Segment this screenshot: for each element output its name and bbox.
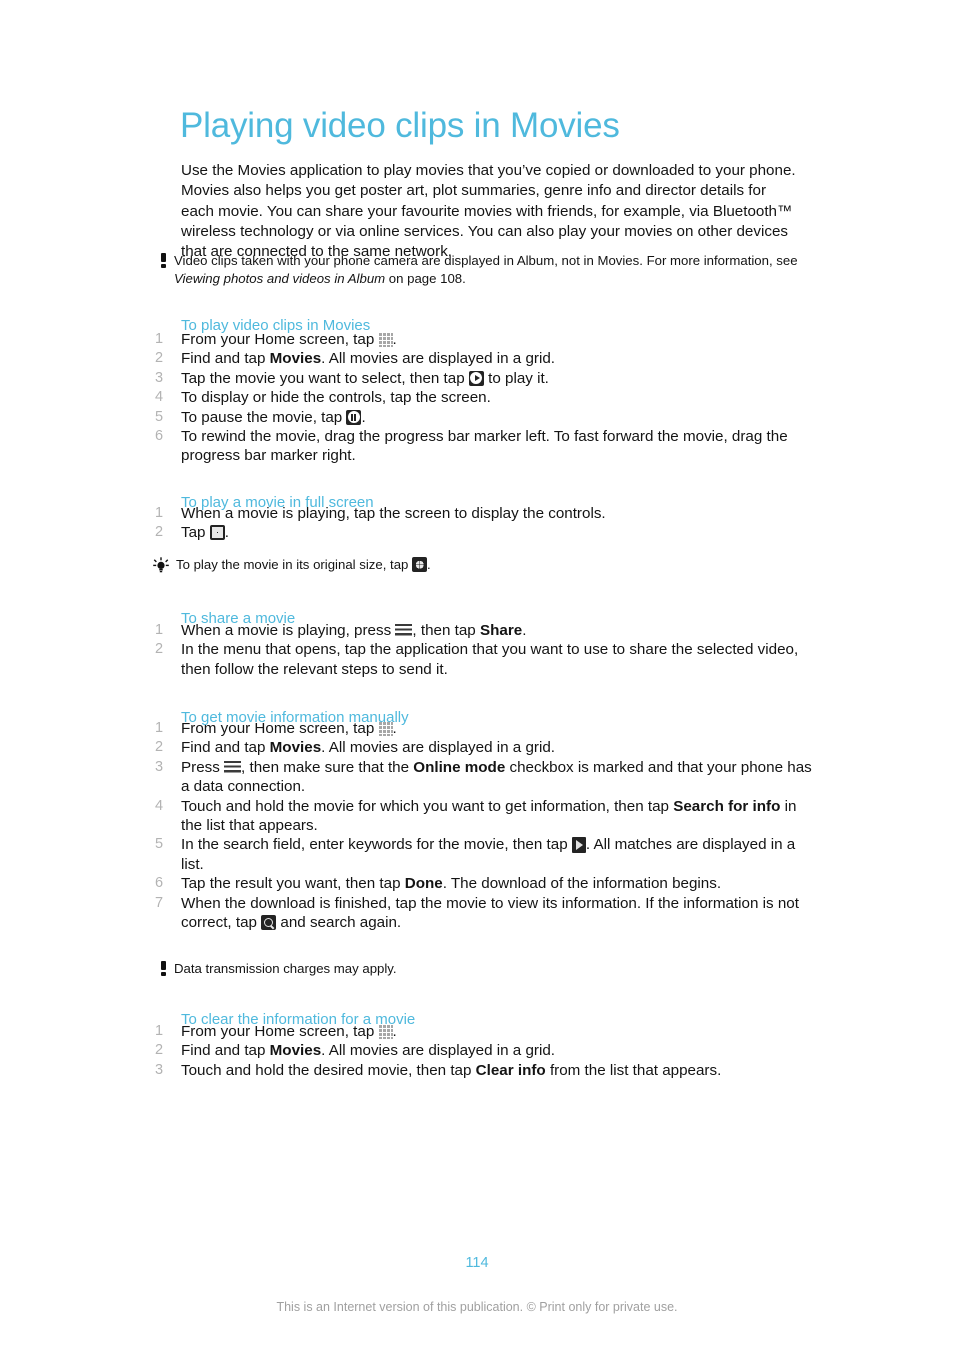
step-item: 3 Press , then make sure that the Online… bbox=[152, 758, 832, 797]
note-block-video-clips: Video clips taken with your phone camera… bbox=[152, 252, 802, 287]
step-item: 1 When a movie is playing, tap the scree… bbox=[152, 504, 832, 523]
step-item: 5 To pause the movie, tap . bbox=[152, 408, 832, 427]
exclamation-icon bbox=[152, 960, 174, 976]
step-number: 2 bbox=[155, 350, 164, 367]
step-item: 2 Find and tap Movies. All movies are di… bbox=[152, 738, 832, 757]
step-number: 3 bbox=[155, 369, 164, 386]
step-number: 5 bbox=[155, 836, 164, 853]
step-text: In the search field, enter keywords for … bbox=[181, 836, 796, 873]
search-magnifier-icon[interactable] bbox=[261, 915, 277, 931]
step-number: 2 bbox=[155, 641, 164, 658]
step-text: To rewind the movie, drag the progress b… bbox=[181, 428, 788, 465]
step-number: 3 bbox=[155, 1061, 164, 1078]
steps-play-video-clips: 1 From your Home screen, tap . 2 Find an… bbox=[152, 330, 832, 466]
shrink-original-size-icon[interactable] bbox=[412, 557, 428, 572]
step-number: 7 bbox=[155, 894, 164, 911]
step-text: Find and tap Movies. All movies are disp… bbox=[181, 739, 555, 757]
step-number: 3 bbox=[155, 758, 164, 775]
app-drawer-grid-icon[interactable] bbox=[378, 1025, 393, 1039]
step-text: Find and tap Movies. All movies are disp… bbox=[181, 350, 555, 368]
step-item: 3 Touch and hold the desired movie, then… bbox=[152, 1061, 832, 1080]
exclamation-icon bbox=[152, 252, 174, 268]
tip-text: To play the movie in its original size, … bbox=[176, 557, 431, 572]
step-text: Press , then make sure that the Online m… bbox=[181, 758, 812, 796]
app-drawer-grid-icon[interactable] bbox=[378, 722, 393, 736]
step-text: Tap the result you want, then tap Done. … bbox=[181, 875, 722, 893]
step-number: 1 bbox=[155, 505, 164, 521]
step-number: 2 bbox=[155, 524, 164, 541]
step-item: 2 Find and tap Movies. All movies are di… bbox=[152, 1041, 832, 1060]
intro-paragraph: Use the Movies application to play movie… bbox=[181, 162, 796, 260]
step-item: 1 From your Home screen, tap . bbox=[152, 330, 832, 349]
step-text: From your Home screen, tap . bbox=[181, 331, 397, 348]
menu-key-icon[interactable] bbox=[395, 624, 413, 636]
step-number: 1 bbox=[155, 1023, 164, 1039]
play-icon[interactable] bbox=[468, 370, 484, 386]
footer-disclaimer: This is an Internet version of this publ… bbox=[276, 1300, 678, 1314]
step-item: 1 From your Home screen, tap . bbox=[152, 1022, 832, 1041]
step-number: 5 bbox=[155, 408, 164, 425]
step-number: 6 bbox=[155, 875, 164, 892]
step-item: 1 When a movie is playing, press , then … bbox=[152, 621, 832, 640]
step-item: 2 Tap . bbox=[152, 523, 832, 542]
step-text: To display or hide the controls, tap the… bbox=[181, 389, 491, 407]
step-text: When a movie is playing, press , then ta… bbox=[181, 622, 527, 639]
manual-page: Playing video clips in Movies Use the Mo… bbox=[0, 0, 954, 1350]
step-text: Tap the movie you want to select, then t… bbox=[181, 369, 549, 387]
step-text: When the download is finished, tap the m… bbox=[181, 894, 799, 932]
step-item: 2 Find and tap Movies. All movies are di… bbox=[152, 349, 832, 368]
step-text: Tap . bbox=[181, 524, 229, 542]
step-item: 3 Tap the movie you want to select, then… bbox=[152, 369, 832, 388]
step-text: To pause the movie, tap . bbox=[181, 408, 366, 426]
step-number: 4 bbox=[155, 797, 164, 814]
note-text: Video clips taken with your phone camera… bbox=[174, 253, 798, 286]
step-item: 4 To display or hide the controls, tap t… bbox=[152, 388, 832, 407]
step-item: 6 Tap the result you want, then tap Done… bbox=[152, 874, 832, 893]
step-text: Touch and hold the movie for which you w… bbox=[181, 797, 797, 835]
expand-fullscreen-icon[interactable] bbox=[209, 525, 225, 541]
steps-get-movie-info: 1 From your Home screen, tap . 2 Find an… bbox=[152, 719, 832, 932]
step-item: 4 Touch and hold the movie for which you… bbox=[152, 797, 832, 836]
step-number: 4 bbox=[155, 389, 164, 406]
step-item: 1 From your Home screen, tap . bbox=[152, 719, 832, 738]
step-text: From your Home screen, tap . bbox=[181, 1023, 397, 1040]
go-arrow-icon[interactable] bbox=[571, 837, 586, 854]
pause-icon[interactable] bbox=[346, 409, 362, 425]
step-item: 5 In the search field, enter keywords fo… bbox=[152, 835, 832, 874]
step-number: 1 bbox=[155, 720, 164, 736]
app-drawer-grid-icon[interactable] bbox=[378, 333, 393, 347]
lightbulb-icon bbox=[150, 556, 172, 575]
page-number: 114 bbox=[465, 1255, 489, 1271]
note-text: Data transmission charges may apply. bbox=[174, 961, 397, 976]
step-text: Find and tap Movies. All movies are disp… bbox=[181, 1042, 555, 1060]
step-item: 7 When the download is finished, tap the… bbox=[152, 894, 832, 933]
steps-full-screen: 1 When a movie is playing, tap the scree… bbox=[152, 504, 832, 543]
step-number: 2 bbox=[155, 1042, 164, 1059]
steps-share-movie: 1 When a movie is playing, press , then … bbox=[152, 621, 832, 679]
step-text: In the menu that opens, tap the applicat… bbox=[181, 641, 799, 678]
step-item: 2 In the menu that opens, tap the applic… bbox=[152, 640, 832, 679]
page-title: Playing video clips in Movies bbox=[180, 106, 620, 146]
step-text: When a movie is playing, tap the screen … bbox=[181, 505, 606, 522]
step-number: 1 bbox=[155, 622, 164, 638]
step-number: 2 bbox=[155, 739, 164, 756]
step-text: From your Home screen, tap . bbox=[181, 720, 397, 737]
step-number: 1 bbox=[155, 331, 164, 347]
steps-clear-info: 1 From your Home screen, tap . 2 Find an… bbox=[152, 1022, 832, 1080]
step-number: 6 bbox=[155, 428, 164, 445]
step-text: Touch and hold the desired movie, then t… bbox=[181, 1061, 722, 1079]
note-block-data-charges: Data transmission charges may apply. bbox=[152, 960, 802, 978]
step-item: 6 To rewind the movie, drag the progress… bbox=[152, 427, 832, 466]
tip-block-original-size: To play the movie in its original size, … bbox=[150, 556, 800, 575]
menu-key-icon[interactable] bbox=[224, 760, 242, 773]
